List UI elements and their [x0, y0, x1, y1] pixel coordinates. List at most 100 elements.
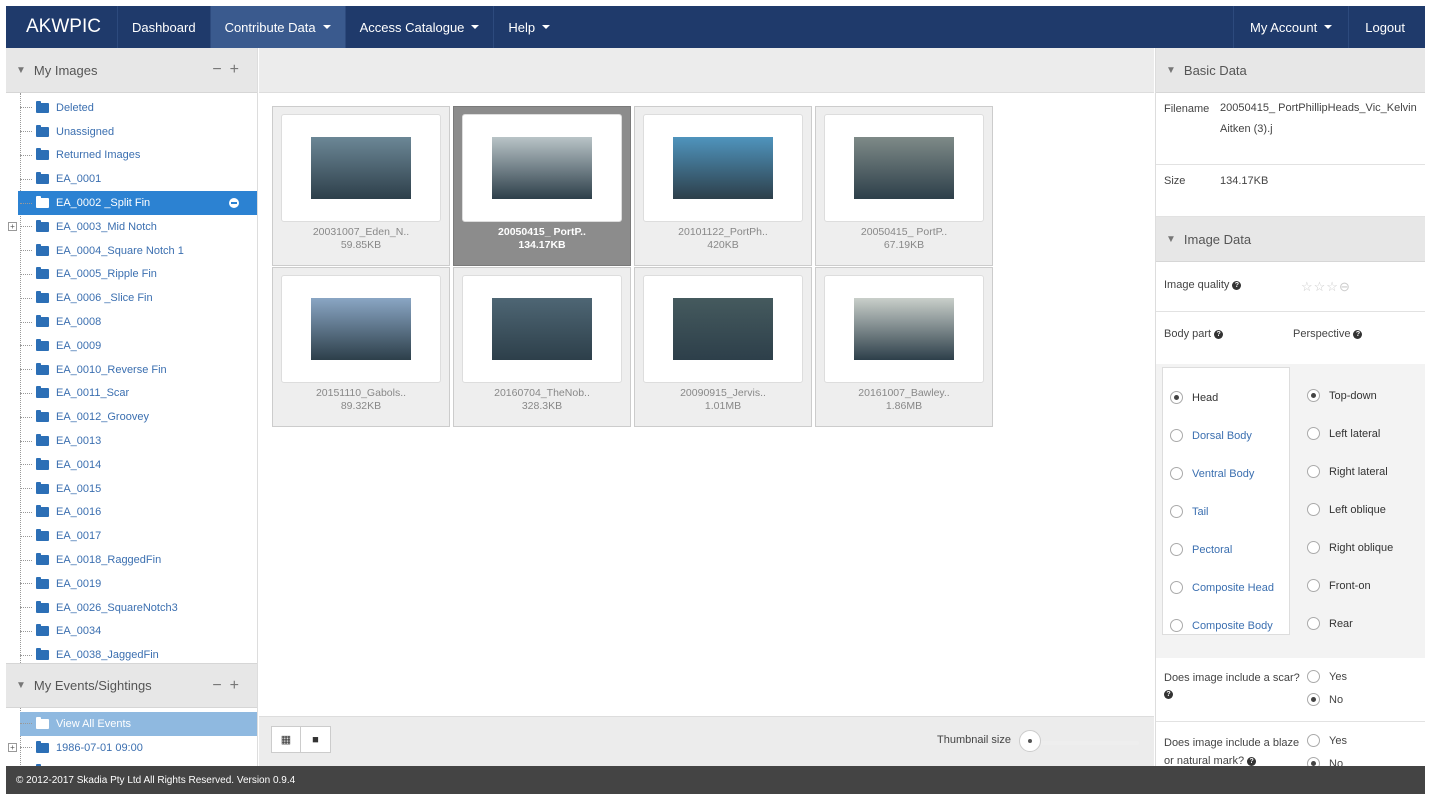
folder-icon: [36, 410, 49, 423]
thumbnail-card[interactable]: 20050415_ PortP.. 67.19KB: [815, 106, 993, 266]
whale-photo: [492, 137, 592, 199]
scar-yes-radio[interactable]: Yes: [1307, 670, 1347, 683]
tree-item-folder[interactable]: Unassigned: [20, 120, 257, 144]
help-icon[interactable]: ?: [1232, 280, 1242, 290]
blaze-yes-radio[interactable]: Yes: [1307, 734, 1347, 747]
tree-item-folder[interactable]: EA_0011_Scar: [20, 382, 257, 406]
tree-item-folder[interactable]: EA_0010_Reverse Fin: [20, 358, 257, 382]
tree-item-folder[interactable]: EA_0001: [20, 167, 257, 191]
tree-item-label: EA_0009: [56, 339, 102, 352]
size-value: 134.17KB: [1220, 175, 1269, 187]
help-icon[interactable]: ?: [1164, 689, 1173, 699]
thumbnail-card[interactable]: 20031007_Eden_N.. 59.85KB: [272, 106, 450, 266]
tree-item-folder[interactable]: EA_0002 _Split Fin: [18, 191, 257, 215]
grid-view-button[interactable]: ▦: [272, 727, 301, 752]
my-events-header[interactable]: ▼ My Events/Sightings −+: [6, 663, 257, 708]
tree-item-folder[interactable]: EA_0004_Square Notch 1: [20, 239, 257, 263]
body-part-radio[interactable]: Pectoral: [1170, 543, 1232, 556]
folder-icon: [36, 315, 49, 328]
brand-logo[interactable]: AKWPIC: [6, 6, 117, 48]
folder-icon: [36, 124, 49, 137]
collapse-expand-controls[interactable]: −+: [212, 677, 247, 695]
tree-item-folder[interactable]: Deleted: [20, 96, 257, 120]
thumbnail-card[interactable]: 20161007_Bawley.. 1.86MB: [815, 267, 993, 427]
tree-item-folder[interactable]: EA_0019: [20, 572, 257, 596]
folder-icon: [36, 624, 49, 637]
tree-item-folder[interactable]: EA_0012_Groovey: [20, 405, 257, 429]
perspective-radio[interactable]: Front-on: [1307, 579, 1371, 592]
perspective-radio[interactable]: Right oblique: [1307, 541, 1393, 554]
thumbnail-filename: 20090915_Jervis..: [680, 387, 766, 399]
tree-item-folder[interactable]: EA_0005_Ripple Fin: [20, 263, 257, 287]
tree-item-folder[interactable]: EA_0014: [20, 453, 257, 477]
thumbnail-filesize: 59.85KB: [340, 239, 382, 251]
thumbnail-card[interactable]: 20151110_Gabols.. 89.32KB: [272, 267, 450, 427]
scar-no-radio[interactable]: No: [1307, 693, 1343, 706]
perspective-radio[interactable]: Left oblique: [1307, 503, 1386, 516]
tree-item-folder[interactable]: Returned Images: [20, 144, 257, 168]
help-icon[interactable]: ?: [1214, 329, 1224, 339]
thumbnail-card[interactable]: 20160704_TheNob.. 328.3KB: [453, 267, 631, 427]
tree-item-folder[interactable]: EA_0018_RaggedFin: [20, 548, 257, 572]
thumbnail-filename: 20160704_TheNob..: [494, 387, 590, 399]
tree-item-label: EA_0015: [56, 482, 102, 495]
thumbnail-size-slider-handle[interactable]: [1019, 730, 1041, 752]
whale-photo: [673, 298, 773, 360]
folder-icon: [36, 505, 49, 518]
body-part-radio[interactable]: Head: [1170, 391, 1218, 404]
folder-icon: [36, 457, 49, 470]
remove-icon[interactable]: [229, 198, 239, 209]
help-icon[interactable]: ?: [1353, 329, 1363, 339]
nav-help[interactable]: Help: [493, 6, 564, 48]
thumbnail-filesize: 67.19KB: [883, 239, 925, 251]
expand-icon[interactable]: +: [8, 743, 17, 753]
copyright-text: © 2012-2017 Skadia Pty Ltd All Rights Re…: [16, 774, 296, 786]
tree-item-folder[interactable]: EA_0038_JaggedFin: [20, 643, 257, 667]
tree-item-folder[interactable]: + EA_0003_Mid Notch: [8, 215, 257, 239]
tree-item-folder[interactable]: EA_0009: [20, 334, 257, 358]
tree-item-folder[interactable]: EA_0034: [20, 620, 257, 644]
nav-my-account[interactable]: My Account: [1233, 6, 1348, 48]
nav-contribute-data[interactable]: Contribute Data: [209, 6, 345, 48]
thumbnail-card[interactable]: 20050415_ PortP.. 134.17KB: [453, 106, 631, 266]
blaze-no-radio[interactable]: No: [1307, 757, 1343, 766]
perspective-radio[interactable]: Left lateral: [1307, 427, 1380, 440]
tree-item-folder[interactable]: EA_0016: [20, 501, 257, 525]
thumbnail-card[interactable]: 20101122_PortPh.. 420KB: [634, 106, 812, 266]
tree-item-event[interactable]: View All Events: [20, 712, 257, 736]
single-view-button[interactable]: ■: [301, 727, 330, 752]
body-part-radio[interactable]: Composite Body: [1170, 619, 1273, 632]
star-rating[interactable]: ☆☆☆⊖: [1301, 279, 1351, 295]
perspective-radio[interactable]: Rear: [1307, 617, 1353, 630]
tree-item-folder[interactable]: EA_0013: [20, 429, 257, 453]
tree-item-label: EA_0013: [56, 435, 102, 448]
thumbnail-card[interactable]: 20090915_Jervis.. 1.01MB: [634, 267, 812, 427]
body-part-radio[interactable]: Tail: [1170, 505, 1209, 518]
top-navbar: AKWPIC Dashboard Contribute Data Access …: [6, 6, 1425, 48]
body-part-radio[interactable]: Composite Head: [1170, 581, 1274, 594]
tree-item-folder[interactable]: EA_0015: [20, 477, 257, 501]
perspective-radio[interactable]: Right lateral: [1307, 465, 1388, 478]
tree-item-event[interactable]: +1986-07-01 09:00: [8, 736, 257, 760]
nav-access-catalogue[interactable]: Access Catalogue: [344, 6, 494, 48]
nav-dashboard[interactable]: Dashboard: [116, 6, 210, 48]
help-icon[interactable]: ?: [1247, 756, 1257, 766]
body-part-radio[interactable]: Ventral Body: [1170, 467, 1254, 480]
tree-item-label: EA_0034: [56, 625, 102, 638]
basic-data-header[interactable]: ▼ Basic Data: [1156, 48, 1425, 93]
folder-icon: [36, 386, 49, 399]
tree-item-folder[interactable]: EA_0017: [20, 524, 257, 548]
body-part-radio[interactable]: Dorsal Body: [1170, 429, 1252, 442]
thumbnail-size-label: Thumbnail size: [937, 734, 1011, 746]
expand-icon[interactable]: +: [8, 222, 17, 232]
image-data-header[interactable]: ▼ Image Data: [1156, 217, 1425, 262]
folder-icon: [36, 529, 49, 542]
nav-logout[interactable]: Logout: [1348, 6, 1425, 48]
collapse-expand-controls[interactable]: −+: [212, 61, 247, 79]
my-images-header[interactable]: ▼ My Images −+: [6, 48, 257, 93]
tree-item-folder[interactable]: EA_0026_SquareNotch3: [20, 596, 257, 620]
perspective-radio[interactable]: Top-down: [1307, 389, 1377, 402]
tree-item-folder[interactable]: EA_0008: [20, 310, 257, 334]
whale-photo: [854, 137, 954, 199]
tree-item-folder[interactable]: EA_0006 _Slice Fin: [20, 286, 257, 310]
